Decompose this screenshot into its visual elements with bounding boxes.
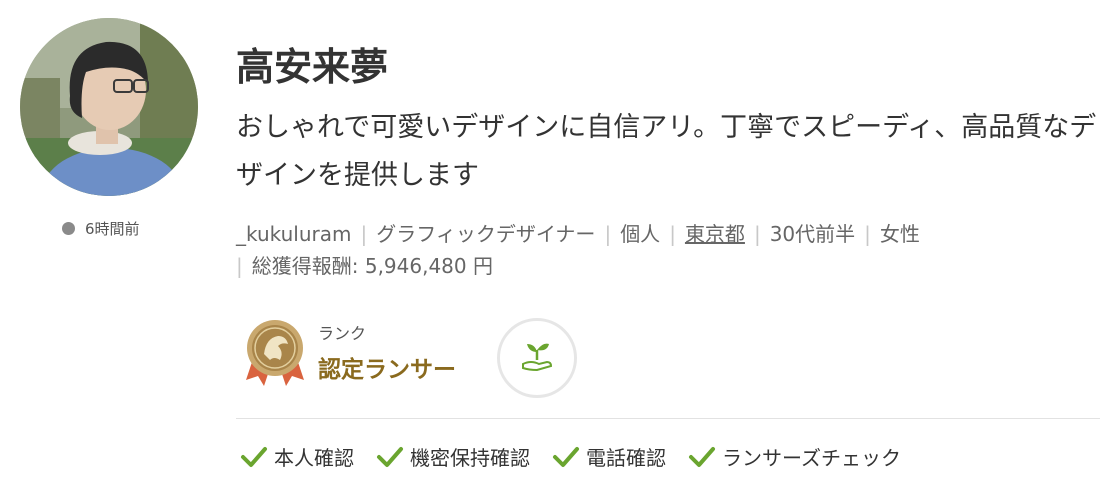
divider — [236, 418, 1100, 419]
verification-lancers-check: ランサーズチェック — [688, 442, 901, 471]
status-dot — [62, 222, 75, 235]
verification-label: 電話確認 — [586, 446, 666, 470]
rank-block[interactable]: ランク 認定ランサー — [244, 318, 456, 390]
check-icon — [377, 446, 403, 467]
profile-catchphrase: おしゃれで可愛いデザインに自信アリ。丁寧でスピーディ、高品質なデザインを提供しま… — [236, 112, 1097, 191]
verification-label: 機密保持確認 — [410, 446, 530, 470]
username: _kukuluram — [236, 222, 352, 246]
verification-identity: 本人確認 — [240, 442, 354, 471]
verification-nda: 機密保持確認 — [376, 442, 530, 471]
total-earnings: 総獲得報酬: 5,946,480 円 — [251, 254, 493, 278]
occupation: グラフィックデザイナー — [376, 222, 596, 246]
profile-name: 高安来夢 — [236, 45, 389, 89]
avatar[interactable] — [20, 18, 198, 196]
user-photo — [20, 18, 198, 196]
rank-value: 認定ランサー — [318, 357, 456, 383]
check-icon — [689, 446, 715, 467]
last-login-status: 6時間前 — [62, 218, 140, 239]
verification-phone: 電話確認 — [552, 442, 666, 471]
verification-list: 本人確認 機密保持確認 電話確認 ランサーズチェック — [240, 442, 901, 471]
check-icon — [241, 446, 267, 467]
sprout-badge[interactable] — [497, 318, 577, 398]
verification-label: ランサーズチェック — [722, 446, 901, 470]
profile-meta: _kukuluram | グラフィックデザイナー | 個人 | 東京都 | 30代前半 | 女性 |… — [236, 222, 920, 278]
check-icon — [553, 446, 579, 467]
account-type: 個人 — [620, 222, 661, 246]
gender: 女性 — [879, 222, 920, 246]
location-link[interactable]: 東京都 — [685, 222, 745, 246]
age-range: 30代前半 — [769, 222, 856, 246]
verification-label: 本人確認 — [274, 446, 354, 470]
certified-medal-icon — [246, 320, 304, 386]
sprout-hand-icon — [522, 343, 553, 372]
rank-label: ランク — [318, 324, 367, 343]
status-text: 6時間前 — [85, 220, 140, 238]
